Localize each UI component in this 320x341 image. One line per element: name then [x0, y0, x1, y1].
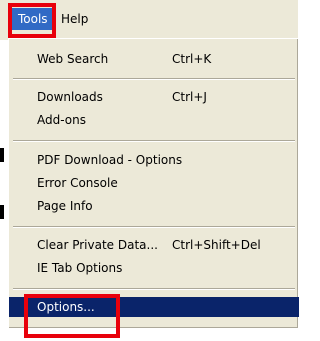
menu-separator	[13, 140, 295, 142]
window-edge	[0, 40, 8, 341]
menu-item-label: Web Search	[37, 52, 109, 66]
page-background	[0, 328, 298, 341]
menu-bar: Tools Help	[0, 0, 298, 40]
menu-item-label: PDF Download - Options	[37, 153, 183, 167]
menu-item-ie-tab-options[interactable]: IE Tab Options	[9, 258, 299, 278]
screenshot-stage: Tools Help Web Search Ctrl+K Downloads C…	[0, 0, 299, 341]
menu-item-downloads[interactable]: Downloads Ctrl+J	[9, 87, 299, 107]
menu-item-pdf-download-options[interactable]: PDF Download - Options	[9, 150, 299, 170]
menu-item-label: IE Tab Options	[37, 261, 123, 275]
tools-dropdown-menu: Web Search Ctrl+K Downloads Ctrl+J Add-o…	[8, 38, 299, 328]
menu-item-shortcut: Ctrl+Shift+Del	[172, 238, 261, 252]
menu-item-label: Clear Private Data...	[37, 238, 158, 252]
menu-item-web-search[interactable]: Web Search Ctrl+K	[9, 49, 299, 69]
edge-fragment	[0, 205, 4, 219]
menu-item-options[interactable]: Options...	[9, 297, 299, 317]
menu-item-label: Options...	[37, 300, 95, 314]
menu-item-label: Downloads	[37, 90, 103, 104]
menu-help[interactable]: Help	[55, 8, 94, 30]
menu-item-label: Page Info	[37, 199, 93, 213]
menu-tools[interactable]: Tools	[12, 8, 54, 30]
edge-fragment	[0, 148, 4, 162]
menu-item-add-ons[interactable]: Add-ons	[9, 110, 299, 130]
menu-item-error-console[interactable]: Error Console	[9, 173, 299, 193]
menu-separator	[13, 226, 295, 228]
menu-item-shortcut: Ctrl+K	[172, 52, 212, 66]
menu-separator	[13, 288, 295, 290]
menu-item-label: Error Console	[37, 176, 118, 190]
menu-item-shortcut: Ctrl+J	[172, 90, 207, 104]
menu-item-label: Add-ons	[37, 113, 86, 127]
menu-separator	[13, 78, 295, 80]
menu-item-clear-private-data[interactable]: Clear Private Data... Ctrl+Shift+Del	[9, 235, 299, 255]
menu-item-page-info[interactable]: Page Info	[9, 196, 299, 216]
